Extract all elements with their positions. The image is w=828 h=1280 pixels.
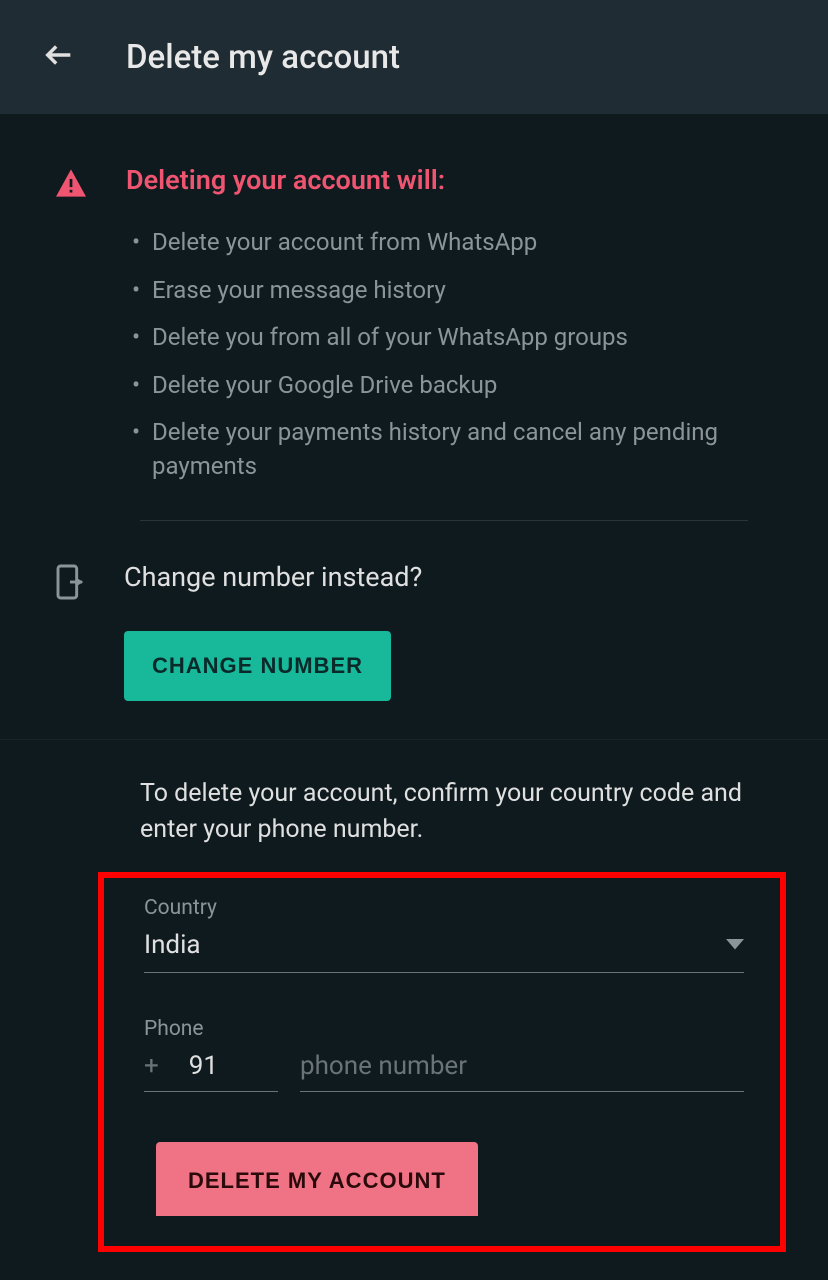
chevron-down-icon bbox=[726, 936, 744, 955]
page-title: Delete my account bbox=[126, 38, 400, 77]
change-number-section: Change number instead? CHANGE NUMBER bbox=[0, 521, 828, 739]
warning-item: Delete you from all of your WhatsApp gro… bbox=[126, 321, 780, 355]
warning-body: Deleting your account will: Delete your … bbox=[126, 164, 780, 498]
content-area: Deleting your account will: Delete your … bbox=[0, 114, 828, 1252]
warning-item: Erase your message history bbox=[126, 274, 780, 308]
change-number-icon bbox=[54, 561, 86, 701]
warning-item: Delete your Google Drive backup bbox=[126, 369, 780, 403]
warning-icon bbox=[54, 164, 88, 498]
app-header: Delete my account bbox=[0, 0, 828, 114]
phone-label: Phone bbox=[144, 1017, 744, 1041]
form-highlight-box: Country India Phone + DELETE MY ACCOUNT bbox=[98, 872, 786, 1252]
back-arrow-icon[interactable] bbox=[42, 38, 76, 76]
change-number-prompt: Change number instead? bbox=[124, 561, 422, 593]
plus-sign: + bbox=[144, 1051, 177, 1081]
phone-row: + bbox=[144, 1051, 744, 1092]
warning-item: Delete your payments history and cancel … bbox=[126, 416, 780, 483]
country-value: India bbox=[144, 930, 201, 960]
warning-list: Delete your account from WhatsApp Erase … bbox=[126, 226, 780, 484]
phone-number-input[interactable] bbox=[300, 1051, 744, 1092]
change-number-button[interactable]: CHANGE NUMBER bbox=[124, 631, 391, 701]
country-code-input[interactable] bbox=[177, 1051, 237, 1081]
instruction-text: To delete your account, confirm your cou… bbox=[0, 740, 828, 867]
country-select[interactable]: India bbox=[144, 930, 744, 973]
warning-title: Deleting your account will: bbox=[126, 164, 780, 196]
change-body: Change number instead? CHANGE NUMBER bbox=[124, 561, 422, 701]
warning-item: Delete your account from WhatsApp bbox=[126, 226, 780, 260]
country-label: Country bbox=[144, 896, 744, 920]
delete-account-button[interactable]: DELETE MY ACCOUNT bbox=[156, 1142, 478, 1216]
country-code-wrap: + bbox=[144, 1051, 278, 1092]
warning-section: Deleting your account will: Delete your … bbox=[0, 164, 828, 498]
